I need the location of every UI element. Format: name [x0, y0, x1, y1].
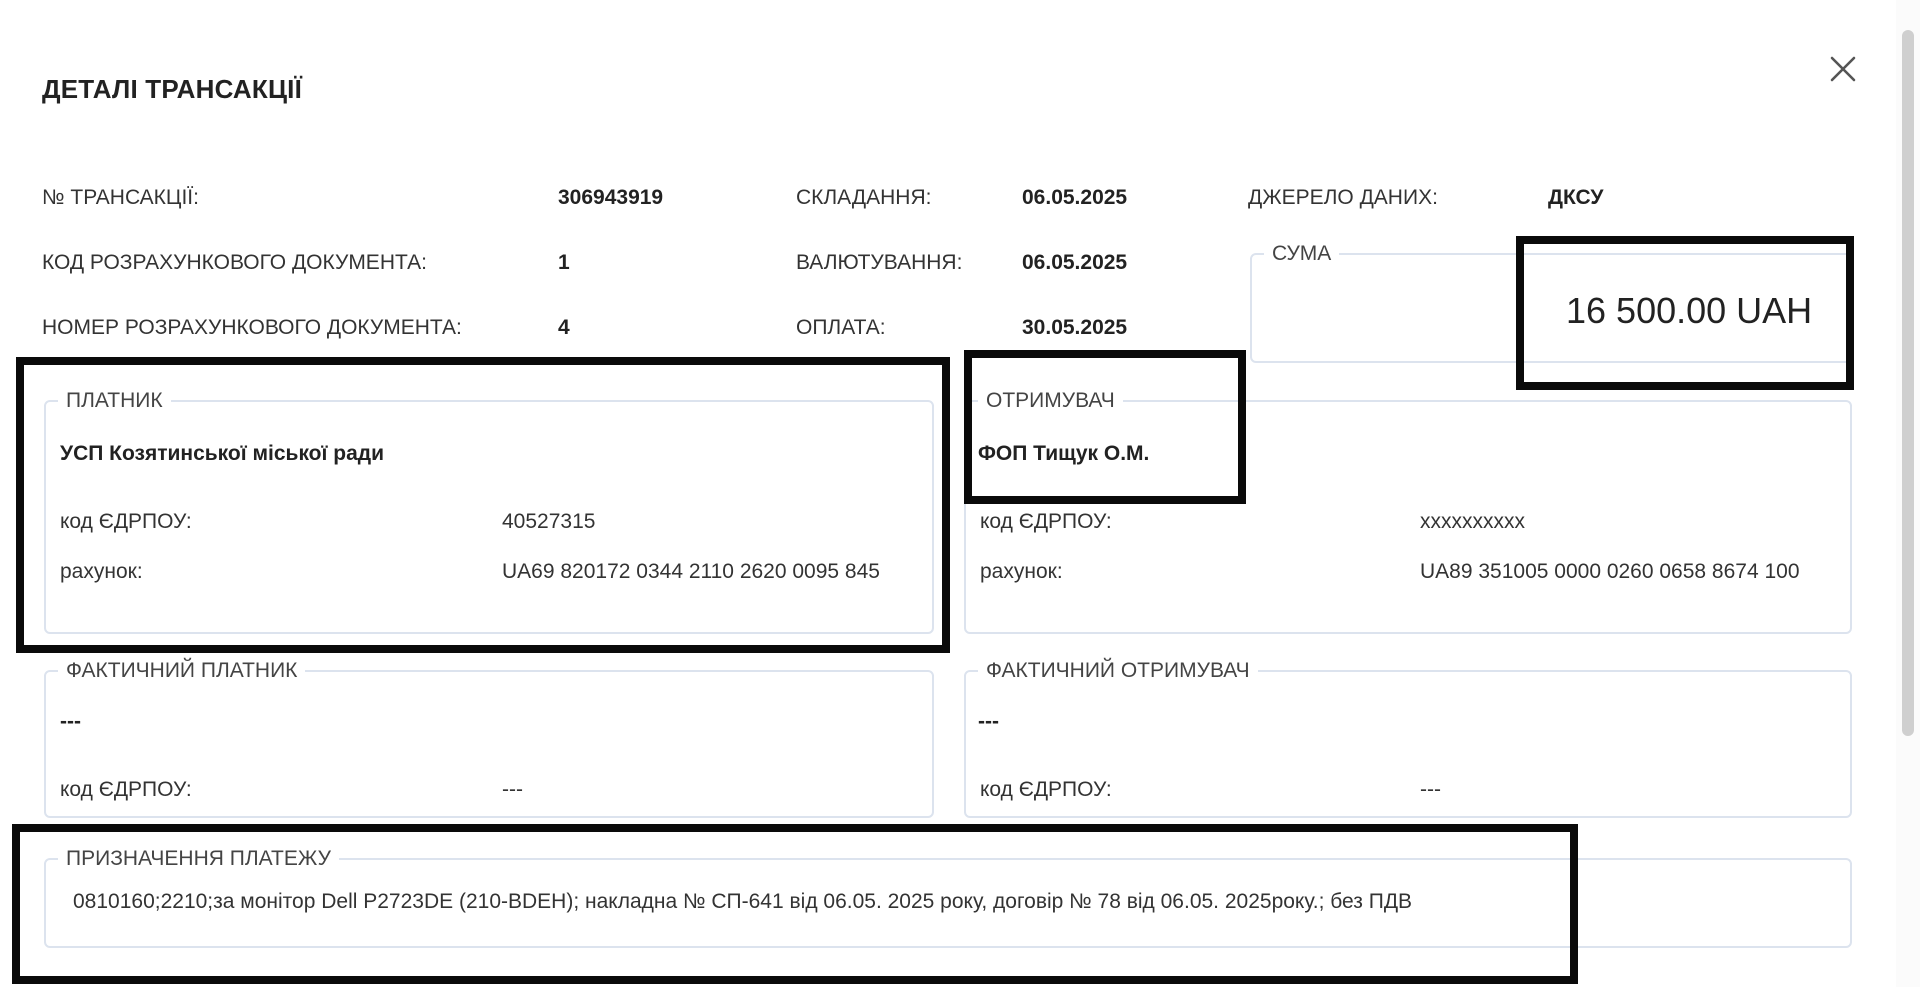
compiled-label: СКЛАДАННЯ:: [796, 186, 932, 209]
transaction-no-value: 306943919: [558, 186, 664, 209]
transaction-details-modal: ДЕТАЛІ ТРАНСАКЦІЇ № ТРАНСАКЦІЇ: 30694391…: [0, 0, 1920, 987]
actual-payer-name: ---: [60, 710, 81, 733]
transaction-no-label: № ТРАНСАКЦІЇ:: [42, 186, 199, 209]
close-icon[interactable]: [1826, 52, 1860, 86]
actual-payer-legend: ФАКТИЧНИЙ ПЛАТНИК: [66, 659, 298, 682]
compiled-date: 06.05.2025: [1022, 186, 1128, 209]
actual-payer-edrpou-value: ---: [502, 778, 523, 801]
actual-receiver-edrpou-value: ---: [1420, 778, 1441, 801]
valuation-date: 06.05.2025: [1022, 251, 1128, 274]
payer-account-label: рахунок:: [60, 560, 143, 583]
payer-legend: ПЛАТНИК: [66, 389, 163, 412]
source-value: ДКСУ: [1548, 186, 1604, 209]
payment-date: 30.05.2025: [1022, 316, 1128, 339]
payer-name: УСП Козятинської міської ради: [60, 442, 384, 465]
doc-code-label: КОД РОЗРАХУНКОВОГО ДОКУМЕНТА:: [42, 251, 427, 274]
payer-account-value: UA69 820172 0344 2110 2620 0095 845: [502, 560, 880, 583]
actual-receiver-name: ---: [978, 710, 999, 733]
receiver-legend: ОТРИМУВАЧ: [986, 389, 1115, 412]
payment-purpose-text: 0810160;2210;за монітор Dell P2723DE (21…: [73, 890, 1413, 913]
source-label: ДЖЕРЕЛО ДАНИХ:: [1248, 186, 1438, 209]
payment-label: ОПЛАТА:: [796, 316, 886, 339]
doc-number-value: 4: [558, 316, 570, 339]
actual-receiver-edrpou-label: код ЄДРПОУ:: [980, 778, 1112, 801]
actual-payer-edrpou-label: код ЄДРПОУ:: [60, 778, 192, 801]
payer-edrpou-label: код ЄДРПОУ:: [60, 510, 192, 533]
receiver-name: ФОП Тищук О.М.: [978, 442, 1150, 465]
doc-number-label: НОМЕР РОЗРАХУНКОВОГО ДОКУМЕНТА:: [42, 316, 462, 339]
actual-receiver-legend: ФАКТИЧНИЙ ОТРИМУВАЧ: [986, 659, 1250, 682]
receiver-edrpou-value: xxxxxxxxxx: [1420, 510, 1525, 533]
payment-purpose-legend: ПРИЗНАЧЕННЯ ПЛАТЕЖУ: [66, 847, 332, 870]
valuation-label: ВАЛЮТУВАННЯ:: [796, 251, 963, 274]
modal-title: ДЕТАЛІ ТРАНСАКЦІЇ: [42, 74, 302, 104]
payer-edrpou-value: 40527315: [502, 510, 596, 533]
amount-legend: СУМА: [1272, 242, 1332, 265]
doc-code-value: 1: [558, 251, 570, 274]
scrollbar-thumb[interactable]: [1902, 30, 1914, 736]
amount-value: 16 500.00 UAH: [1566, 290, 1813, 331]
receiver-account-label: рахунок:: [980, 560, 1063, 583]
receiver-account-value: UA89 351005 0000 0260 0658 8674 100: [1420, 560, 1800, 583]
receiver-edrpou-label: код ЄДРПОУ:: [980, 510, 1112, 533]
